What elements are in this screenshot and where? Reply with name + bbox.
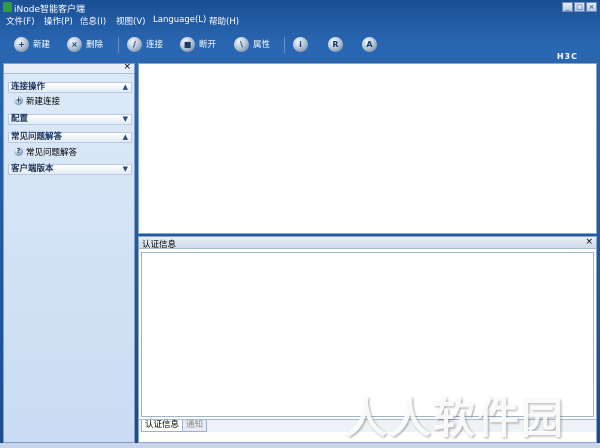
group-connect-ops-title: 连接操作 [11,82,46,92]
sidebar-item-faq[interactable]: ? 常见问题解答 [14,146,78,158]
group-faq[interactable]: 常见问题解答 ▲ [8,132,132,143]
group-faq-title: 常见问题解答 [11,132,63,142]
properties-icon: \ [234,36,249,52]
collapse-arrow-icon[interactable]: ▲ [123,133,128,142]
toolbar-separator [118,37,119,53]
plus-icon: + [14,36,29,52]
auth-panel-title: 认证信息 [142,240,177,250]
help-icon: ? [14,147,23,156]
group-client-version-title: 客户端版本 [11,164,54,174]
info-button[interactable]: i [293,35,312,53]
group-config-title: 配置 [11,114,29,124]
delete-button[interactable]: × 删除 [67,35,103,53]
window-title: iNode智能客户端 [14,5,85,15]
window-controls: _ □ × [562,2,597,12]
properties-label: 属性 [253,40,271,50]
maximize-icon[interactable]: □ [574,2,585,12]
expand-arrow-icon[interactable]: ▼ [123,115,128,124]
group-connect-ops[interactable]: 连接操作 ▲ [8,82,132,93]
stop-icon: ■ [180,36,195,52]
watermark: 人人软件园 [345,394,566,443]
minimize-icon[interactable]: _ [562,2,573,12]
connect-button[interactable]: / 连接 [127,35,163,53]
disconnect-label: 断开 [199,40,217,50]
menu-language[interactable]: Language(L) [153,15,206,25]
tab-notice[interactable]: 通知 [182,420,208,432]
toolbar-separator [284,37,285,53]
close-icon[interactable]: × [586,2,597,12]
sidebar-header: × [4,62,134,74]
properties-button[interactable]: \ 属性 [234,35,270,53]
r-icon: R [328,36,343,52]
collapse-arrow-icon[interactable]: ▲ [123,83,128,92]
app-window: iNode智能客户端 _ □ × 文件(F) 操作(P) 信息(I) 视图(V)… [0,0,600,448]
connect-label: 连接 [146,40,164,50]
title-bar: iNode智能客户端 _ □ × [0,0,600,15]
task-sidebar: × 连接操作 ▲ + 新建连接 配置 ▼ 常见问题解答 ▲ ? 常见问题解答 客… [3,62,135,443]
menu-view[interactable]: 视图(V) [116,15,145,27]
menu-file[interactable]: 文件(F) [6,15,35,27]
auth-panel-header: 认证信息 × [139,237,596,250]
menu-info[interactable]: 信息(I) [80,15,106,27]
connect-icon: / [127,36,142,52]
auth-panel-close-icon[interactable]: × [585,237,593,247]
app-logo-icon [3,2,12,12]
delete-label: 删除 [86,40,104,50]
menu-operation[interactable]: 操作(P) [44,15,73,27]
sidebar-close-icon[interactable]: × [123,62,131,72]
group-config[interactable]: 配置 ▼ [8,114,132,125]
a-button[interactable]: A [362,35,381,53]
r-button[interactable]: R [328,35,347,53]
disconnect-button[interactable]: ■ 断开 [180,35,216,53]
new-label: 新建 [33,40,51,50]
info-icon: i [293,36,308,52]
tab-auth-info[interactable]: 认证信息 [141,420,184,432]
delete-x-icon: × [67,36,82,52]
group-client-version[interactable]: 客户端版本 ▼ [8,164,132,175]
toolbar: + 新建 × 删除 / 连接 ■ 断开 \ 属性 i R A H3C [0,29,600,61]
plus-icon: + [14,96,23,105]
brand-logo: H3C [556,52,578,61]
sidebar-item-label: 常见问题解答 [26,147,78,158]
a-icon: A [362,36,377,52]
menu-bar: 文件(F) 操作(P) 信息(I) 视图(V) Language(L) 帮助(H… [0,15,600,27]
connection-list-area[interactable] [138,63,597,234]
menu-help[interactable]: 帮助(H) [209,15,239,27]
sidebar-item-new-connection[interactable]: + 新建连接 [14,95,61,107]
expand-arrow-icon[interactable]: ▼ [123,165,128,174]
new-button[interactable]: + 新建 [14,35,50,53]
sidebar-item-label: 新建连接 [26,96,61,107]
